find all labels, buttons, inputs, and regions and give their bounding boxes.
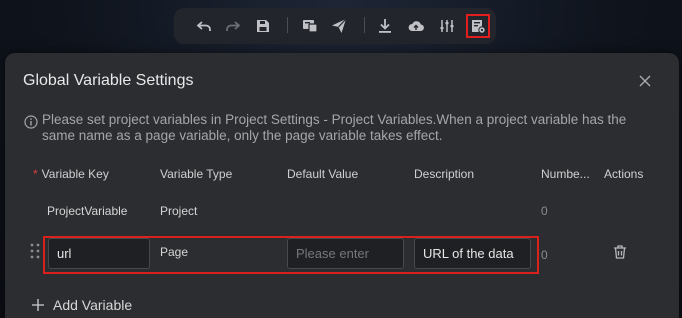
save-icon[interactable]: [253, 16, 273, 36]
column-description: Description: [414, 167, 475, 181]
close-icon[interactable]: [637, 73, 653, 89]
drag-handle-icon[interactable]: [29, 242, 41, 260]
add-variable-label: Add Variable: [53, 297, 133, 313]
default-value-input[interactable]: [287, 238, 404, 269]
toolbar-divider: [364, 17, 365, 33]
publish-icon[interactable]: [329, 16, 349, 36]
row-url-variable-type: Page: [160, 245, 189, 259]
required-mark: *: [33, 167, 38, 181]
global-variable-settings-dialog: Global Variable Settings Please set proj…: [5, 53, 679, 318]
delete-icon[interactable]: [612, 244, 628, 260]
toolbar-divider: [287, 17, 288, 33]
row-project-variable-number: 0: [541, 204, 548, 218]
row-project-variable-type: Project: [160, 204, 198, 218]
variable-settings-icon[interactable]: [466, 14, 490, 38]
column-actions: Actions: [604, 167, 644, 181]
variable-key-input[interactable]: [48, 238, 150, 269]
add-variable-button[interactable]: Add Variable: [31, 297, 132, 313]
download-icon[interactable]: [375, 16, 395, 36]
column-variable-type: Variable Type: [160, 167, 233, 181]
editor-toolbar: [174, 8, 496, 44]
row-project-variable-key: ProjectVariable: [47, 204, 128, 218]
column-number: Numbe...: [541, 167, 590, 181]
preview-icon[interactable]: [300, 16, 320, 36]
column-label: Variable Key: [41, 167, 109, 181]
info-icon: [24, 115, 38, 129]
dialog-title: Global Variable Settings: [23, 72, 194, 89]
column-variable-key: * Variable Key: [33, 167, 109, 181]
info-message: Please set project variables in Project …: [42, 112, 627, 143]
plus-icon: [32, 299, 44, 311]
redo-icon[interactable]: [223, 16, 243, 36]
undo-icon[interactable]: [194, 16, 214, 36]
row-url-variable-number: 0: [541, 248, 548, 262]
column-default-value: Default Value: [287, 167, 359, 181]
description-input[interactable]: [414, 238, 531, 269]
upload-cloud-icon[interactable]: [406, 16, 426, 36]
settings-sliders-icon[interactable]: [437, 16, 457, 36]
